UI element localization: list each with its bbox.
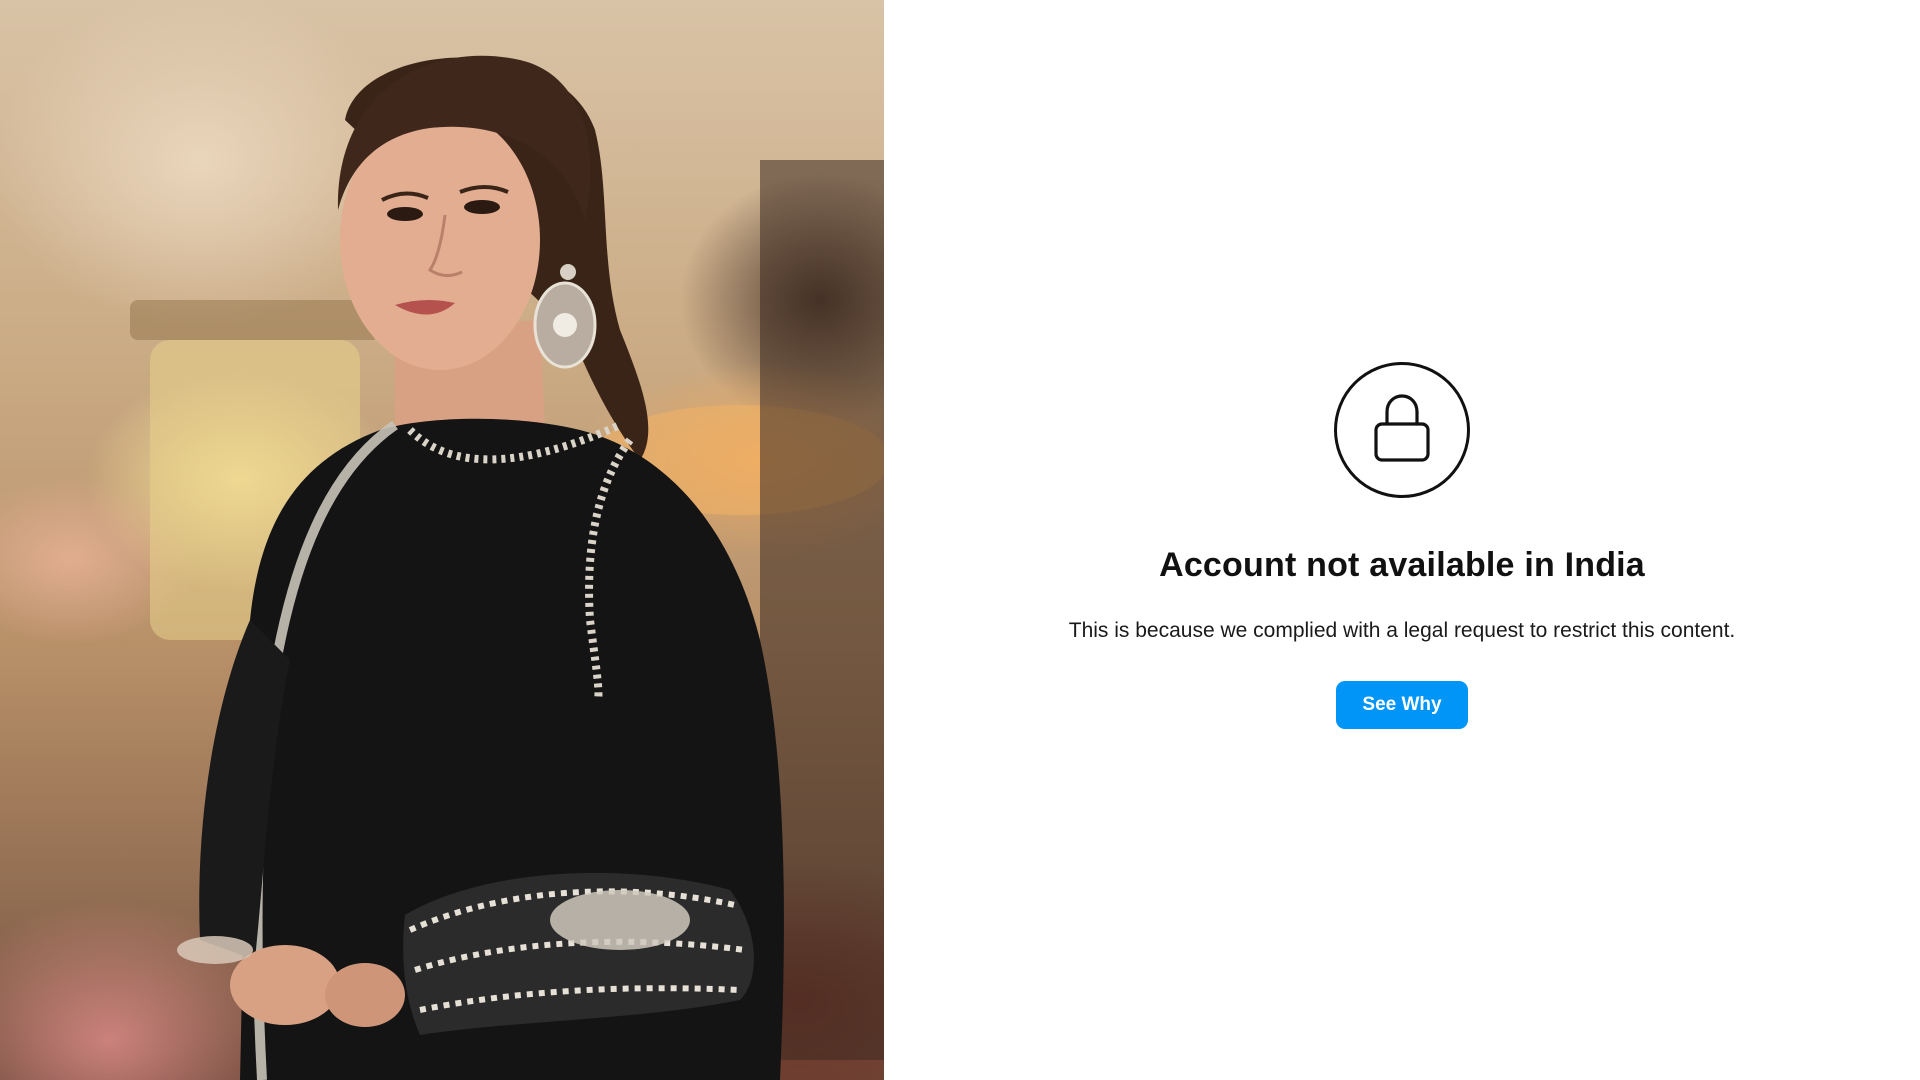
- notice-title: Account not available in India: [1159, 546, 1645, 584]
- page: Account not available in India This is b…: [0, 0, 1920, 1080]
- notice-message: This is because we complied with a legal…: [1068, 619, 1736, 642]
- lock-icon: [1372, 392, 1432, 469]
- see-why-button[interactable]: See Why: [1336, 681, 1468, 729]
- restriction-notice-panel: Account not available in India This is b…: [884, 0, 1920, 1080]
- profile-photo: [0, 0, 884, 1080]
- person-illustration: [130, 55, 884, 1080]
- lock-icon-circle: [1334, 362, 1470, 498]
- restriction-notice: Account not available in India This is b…: [884, 362, 1920, 729]
